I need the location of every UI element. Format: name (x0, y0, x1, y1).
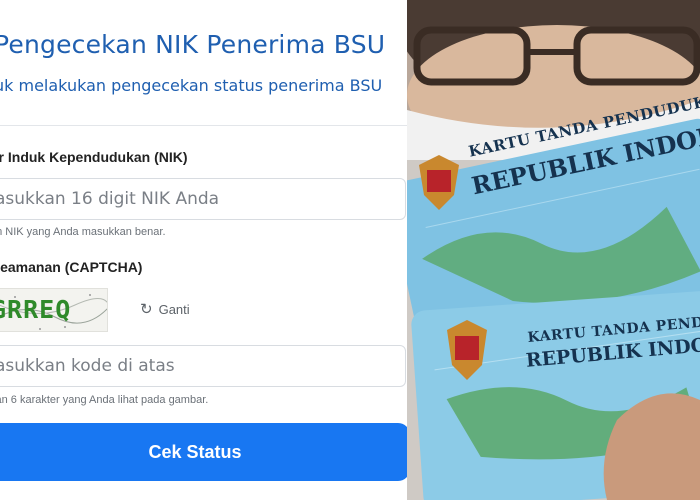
captcha-refresh-label: Ganti (158, 302, 190, 317)
ktp-photo-illustration (407, 0, 700, 500)
page-subtitle: uk melakukan pengecekan status penerima … (0, 76, 383, 95)
nik-hint: an NIK yang Anda masukkan benar. (0, 226, 166, 238)
divider (0, 125, 410, 126)
captcha-hint: kan 6 karakter yang Anda lihat pada gamb… (0, 394, 209, 406)
nik-label: or Induk Kependudukan (NIK) (0, 149, 188, 165)
check-status-button[interactable]: Cek Status (0, 423, 410, 481)
captcha-code: GRREQ (0, 295, 72, 324)
bsu-check-form: Pengecekan NIK Penerima BSU uk melakukan… (0, 0, 410, 500)
captcha-refresh-button[interactable]: ↻ Ganti (140, 302, 190, 317)
page-title: Pengecekan NIK Penerima BSU (0, 30, 386, 59)
ktp-photo: KARTU TANDA PENDUDUK REPUBLIK INDONESIA … (407, 0, 700, 500)
captcha-image: GRREQ (0, 288, 108, 332)
refresh-icon: ↻ (140, 301, 153, 318)
captcha-label: Keamanan (CAPTCHA) (0, 259, 143, 275)
nik-input[interactable] (0, 178, 406, 220)
captcha-input[interactable] (0, 345, 406, 387)
